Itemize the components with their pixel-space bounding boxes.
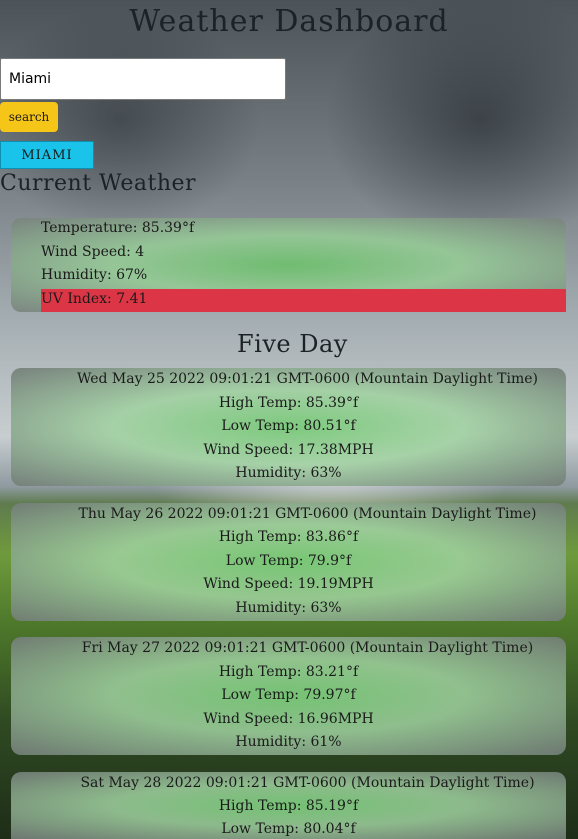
forecast-humidity: Humidity: 61% <box>235 734 342 750</box>
current-weather-heading: Current Weather <box>0 171 197 196</box>
forecast-low-temp: Low Temp: 79.97°f <box>221 687 356 703</box>
forecast-high-temp: High Temp: 83.21°f <box>218 664 359 680</box>
forecast-date: Sat May 28 2022 09:01:21 GMT-0600 (Mount… <box>80 775 535 791</box>
forecast-date: Wed May 25 2022 09:01:21 GMT-0600 (Mount… <box>76 371 539 387</box>
forecast-high-temp: High Temp: 85.19°f <box>218 798 359 814</box>
forecast-wind-speed: Wind Speed: 19.19MPH <box>203 576 374 592</box>
forecast-humidity: Humidity: 63% <box>235 600 342 616</box>
search-button[interactable]: search <box>0 102 58 132</box>
forecast-humidity: Humidity: 63% <box>235 465 342 481</box>
forecast-date: Fri May 27 2022 09:01:21 GMT-0600 (Mount… <box>81 640 534 656</box>
forecast-date: Thu May 26 2022 09:01:21 GMT-0600 (Mount… <box>78 506 537 522</box>
page-title: Weather Dashboard <box>129 4 449 39</box>
current-uv-index: UV Index: 7.41 <box>41 291 148 307</box>
forecast-low-temp: Low Temp: 80.51°f <box>221 418 356 434</box>
forecast-high-temp: High Temp: 83.86°f <box>218 529 359 545</box>
forecast-low-temp: Low Temp: 80.04°f <box>221 821 356 837</box>
city-search-input[interactable] <box>0 58 286 100</box>
forecast-low-temp: Low Temp: 79.9°f <box>225 553 352 569</box>
forecast-wind-speed: Wind Speed: 16.96MPH <box>203 711 374 727</box>
current-wind-speed: Wind Speed: 4 <box>41 244 145 260</box>
forecast-high-temp: High Temp: 85.39°f <box>218 395 359 411</box>
forecast-wind-speed: Wind Speed: 17.38MPH <box>203 442 374 458</box>
five-day-heading: Five Day <box>237 330 348 358</box>
history-item-miami[interactable]: MIAMI <box>0 141 94 169</box>
current-temperature: Temperature: 85.39°f <box>41 220 195 236</box>
current-humidity: Humidity: 67% <box>41 267 148 283</box>
